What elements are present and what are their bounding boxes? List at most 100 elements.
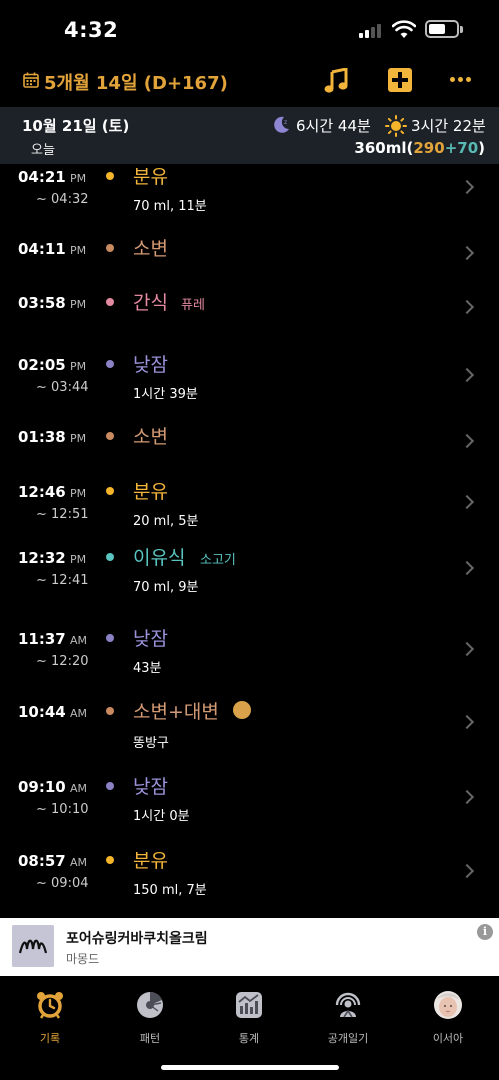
tab-pattern[interactable]: 패턴 xyxy=(110,989,190,1049)
record-title: 이유식 xyxy=(133,547,186,569)
record-row[interactable]: 04:11 PM 소변 xyxy=(0,234,499,294)
chevron-right-icon[interactable] xyxy=(459,494,475,510)
record-detail: 43분 xyxy=(133,661,162,676)
ad-info-icon[interactable]: i xyxy=(477,924,493,940)
app-screen: 4:32 5개월 14일 (D+167) 10월 21일 (토) 오늘 z 6시… xyxy=(0,0,499,1080)
wifi-icon xyxy=(392,20,416,38)
record-detail: 70 ml, 11분 xyxy=(133,199,207,214)
record-title: 낮잠 xyxy=(133,354,168,376)
ad-banner[interactable]: 포어슈링커바쿠치올크림 마몽드 i xyxy=(0,918,499,976)
record-end-time: ~ 12:41 xyxy=(36,573,89,588)
ad-brand-logo xyxy=(12,925,54,967)
record-title: 분유 xyxy=(133,850,168,872)
record-ampm: PM xyxy=(70,244,87,257)
record-row[interactable]: 01:38 PM 소변 xyxy=(0,422,499,482)
add-record-icon[interactable] xyxy=(388,68,412,92)
total-intake: 360ml(290+70) xyxy=(354,139,485,157)
daily-summary-bar[interactable]: 10월 21일 (토) 오늘 z 6시간 44분 3시간 22분 360ml(2… xyxy=(0,107,499,164)
record-end-time: ~ 04:32 xyxy=(36,192,89,207)
record-row[interactable]: 03:58 PM 간식 퓨레 xyxy=(0,288,499,348)
record-end-time: ~ 12:51 xyxy=(36,507,89,522)
record-row[interactable]: 12:46 PM ~ 12:51 분유 20 ml, 5분 xyxy=(0,477,499,537)
tab-profile[interactable]: 이서아 xyxy=(408,989,488,1049)
summary-date: 10월 21일 (토) xyxy=(22,117,130,135)
tab-record[interactable]: 기록 xyxy=(10,989,90,1049)
record-time: 03:58 xyxy=(18,294,66,312)
record-detail: 20 ml, 5분 xyxy=(133,514,199,529)
home-indicator xyxy=(161,1065,339,1070)
record-row[interactable]: 09:10 AM ~ 10:10 낮잠 1시간 0분 xyxy=(0,772,499,832)
alarm-clock-icon xyxy=(37,992,63,1019)
record-time: 10:44 xyxy=(18,703,66,721)
more-options-icon[interactable] xyxy=(450,77,472,83)
record-end-time: ~ 12:20 xyxy=(36,654,89,669)
record-type-dot xyxy=(106,707,114,715)
record-row[interactable]: 10:44 AM 소변+대변 똥방구 xyxy=(0,697,499,757)
statistics-icon xyxy=(236,992,262,1018)
today-label: 오늘 xyxy=(31,143,55,158)
record-detail: 1시간 39분 xyxy=(133,387,198,402)
record-type-dot xyxy=(106,487,114,495)
babyfood-intake: 70 xyxy=(457,139,479,157)
record-ampm: PM xyxy=(70,298,87,311)
public-diary-icon xyxy=(335,992,361,1018)
day-sleep-sun-icon xyxy=(385,115,407,137)
record-row[interactable]: 08:57 AM ~ 09:04 분유 150 ml, 7분 xyxy=(0,846,499,906)
record-type-dot xyxy=(106,782,114,790)
record-detail: 150 ml, 7분 xyxy=(133,883,207,898)
status-bar: 4:32 xyxy=(0,0,499,60)
music-note-icon[interactable] xyxy=(324,68,348,94)
chevron-right-icon[interactable] xyxy=(459,789,475,805)
record-row[interactable]: 12:32 PM ~ 12:41 이유식 소고기 70 ml, 9분 xyxy=(0,543,499,603)
chevron-right-icon[interactable] xyxy=(459,641,475,657)
record-ampm: AM xyxy=(70,707,88,720)
calendar-icon[interactable] xyxy=(23,72,39,88)
chevron-right-icon[interactable] xyxy=(459,714,475,730)
baby-profile-avatar xyxy=(434,991,462,1019)
record-type-dot xyxy=(106,360,114,368)
record-title: 소변 xyxy=(133,238,168,260)
record-time: 12:32 xyxy=(18,549,66,567)
record-ampm: PM xyxy=(70,487,87,500)
chevron-right-icon[interactable] xyxy=(459,299,475,315)
svg-text:z: z xyxy=(284,119,287,126)
record-time: 04:11 xyxy=(18,240,66,258)
ad-subtitle: 마몽드 xyxy=(66,952,100,966)
record-row[interactable]: 11:37 AM ~ 12:20 낮잠 43분 xyxy=(0,624,499,684)
poop-indicator-icon xyxy=(233,701,251,719)
record-ampm: PM xyxy=(70,553,87,566)
baby-age-title[interactable]: 5개월 14일 (D+167) xyxy=(44,69,228,95)
record-ampm: AM xyxy=(70,782,88,795)
record-time: 08:57 xyxy=(18,852,66,870)
chevron-right-icon[interactable] xyxy=(459,245,475,261)
tab-statistics[interactable]: 통계 xyxy=(209,989,289,1049)
app-header: 5개월 14일 (D+167) xyxy=(0,58,499,106)
cellular-signal-icon xyxy=(359,22,385,38)
chevron-right-icon[interactable] xyxy=(459,179,475,195)
record-title: 낮잠 xyxy=(133,628,168,650)
record-type-dot xyxy=(106,432,114,440)
record-time: 09:10 xyxy=(18,778,66,796)
record-time: 04:21 xyxy=(18,168,66,186)
record-row[interactable]: 02:05 PM ~ 03:44 낮잠 1시간 39분 xyxy=(0,350,499,410)
chevron-right-icon[interactable] xyxy=(459,433,475,449)
record-row[interactable]: 04:21 PM ~ 04:32 분유 70 ml, 11분 xyxy=(0,164,499,222)
tab-public-diary[interactable]: 공개일기 xyxy=(308,989,388,1049)
record-ampm: PM xyxy=(70,432,87,445)
record-title: 분유 xyxy=(133,481,168,503)
record-detail: 똥방구 xyxy=(133,736,169,751)
record-subtype: 소고기 xyxy=(200,553,236,568)
chevron-right-icon[interactable] xyxy=(459,863,475,879)
record-end-time: ~ 09:04 xyxy=(36,876,89,891)
record-ampm: PM xyxy=(70,360,87,373)
record-title: 낮잠 xyxy=(133,776,168,798)
record-time: 12:46 xyxy=(18,483,66,501)
record-list[interactable]: 04:21 PM ~ 04:32 분유 70 ml, 11분 04:11 PM 소변 03:58… xyxy=(0,164,499,909)
record-type-dot xyxy=(106,244,114,252)
status-time: 4:32 xyxy=(64,18,119,42)
chevron-right-icon[interactable] xyxy=(459,560,475,576)
record-ampm: PM xyxy=(70,172,87,185)
record-time: 02:05 xyxy=(18,356,66,374)
record-title: 분유 xyxy=(133,166,168,188)
chevron-right-icon[interactable] xyxy=(459,367,475,383)
